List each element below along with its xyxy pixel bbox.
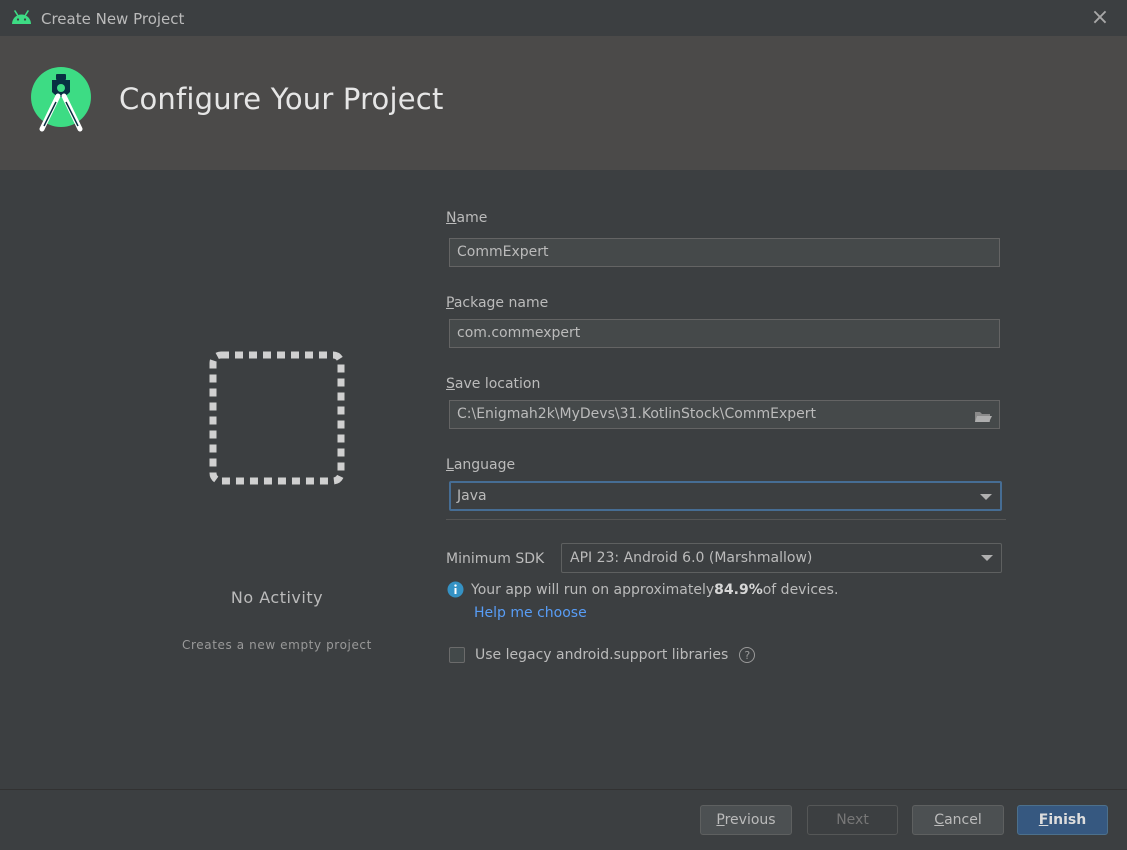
language-label: Language — [446, 457, 516, 473]
save-location-input[interactable]: C:\Enigmah2k\MyDevs\31.KotlinStock\CommE… — [449, 400, 1000, 429]
legacy-support-checkbox[interactable] — [449, 647, 465, 663]
chevron-down-icon — [980, 494, 992, 500]
info-icon — [447, 581, 464, 598]
legacy-support-row: Use legacy android.support libraries ? — [449, 647, 756, 663]
next-button[interactable]: Next — [807, 805, 898, 835]
device-coverage-info: Your app will run on approximately 84.9%… — [447, 581, 838, 598]
footer-divider — [0, 789, 1127, 790]
question-icon[interactable]: ? — [739, 647, 756, 663]
name-input[interactable]: CommExpert — [449, 238, 1000, 267]
template-name: No Activity — [230, 588, 324, 607]
coverage-percent: 84.9% — [714, 581, 763, 598]
header-banner: Configure Your Project — [0, 36, 1127, 170]
chevron-down-icon — [981, 555, 993, 561]
finish-button[interactable]: Finish — [1017, 805, 1108, 835]
folder-icon[interactable] — [974, 407, 992, 433]
close-icon[interactable]: × — [1089, 7, 1111, 29]
help-me-choose-link[interactable]: Help me choose — [474, 605, 587, 621]
package-name-input[interactable]: com.commexpert — [449, 319, 1000, 348]
cancel-button[interactable]: Cancel — [912, 805, 1004, 835]
name-label: Name — [446, 210, 488, 226]
divider — [446, 519, 1006, 520]
package-name-label: Package name — [446, 295, 549, 311]
empty-template-icon — [208, 351, 348, 486]
save-location-label: Save location — [446, 376, 541, 392]
window-title: Create New Project — [41, 10, 185, 28]
title-bar: Create New Project × — [0, 0, 1127, 36]
minimum-sdk-dropdown[interactable]: API 23: Android 6.0 (Marshmallow) — [561, 543, 1002, 573]
minimum-sdk-label: Minimum SDK — [446, 551, 545, 567]
page-title: Configure Your Project — [119, 82, 444, 116]
previous-button[interactable]: Previous — [700, 805, 792, 835]
android-studio-logo — [30, 66, 92, 136]
language-dropdown[interactable]: Java — [449, 481, 1002, 511]
legacy-support-label[interactable]: Use legacy android.support libraries — [475, 647, 728, 663]
template-description: Creates a new empty project — [182, 638, 372, 652]
android-icon — [11, 10, 32, 29]
